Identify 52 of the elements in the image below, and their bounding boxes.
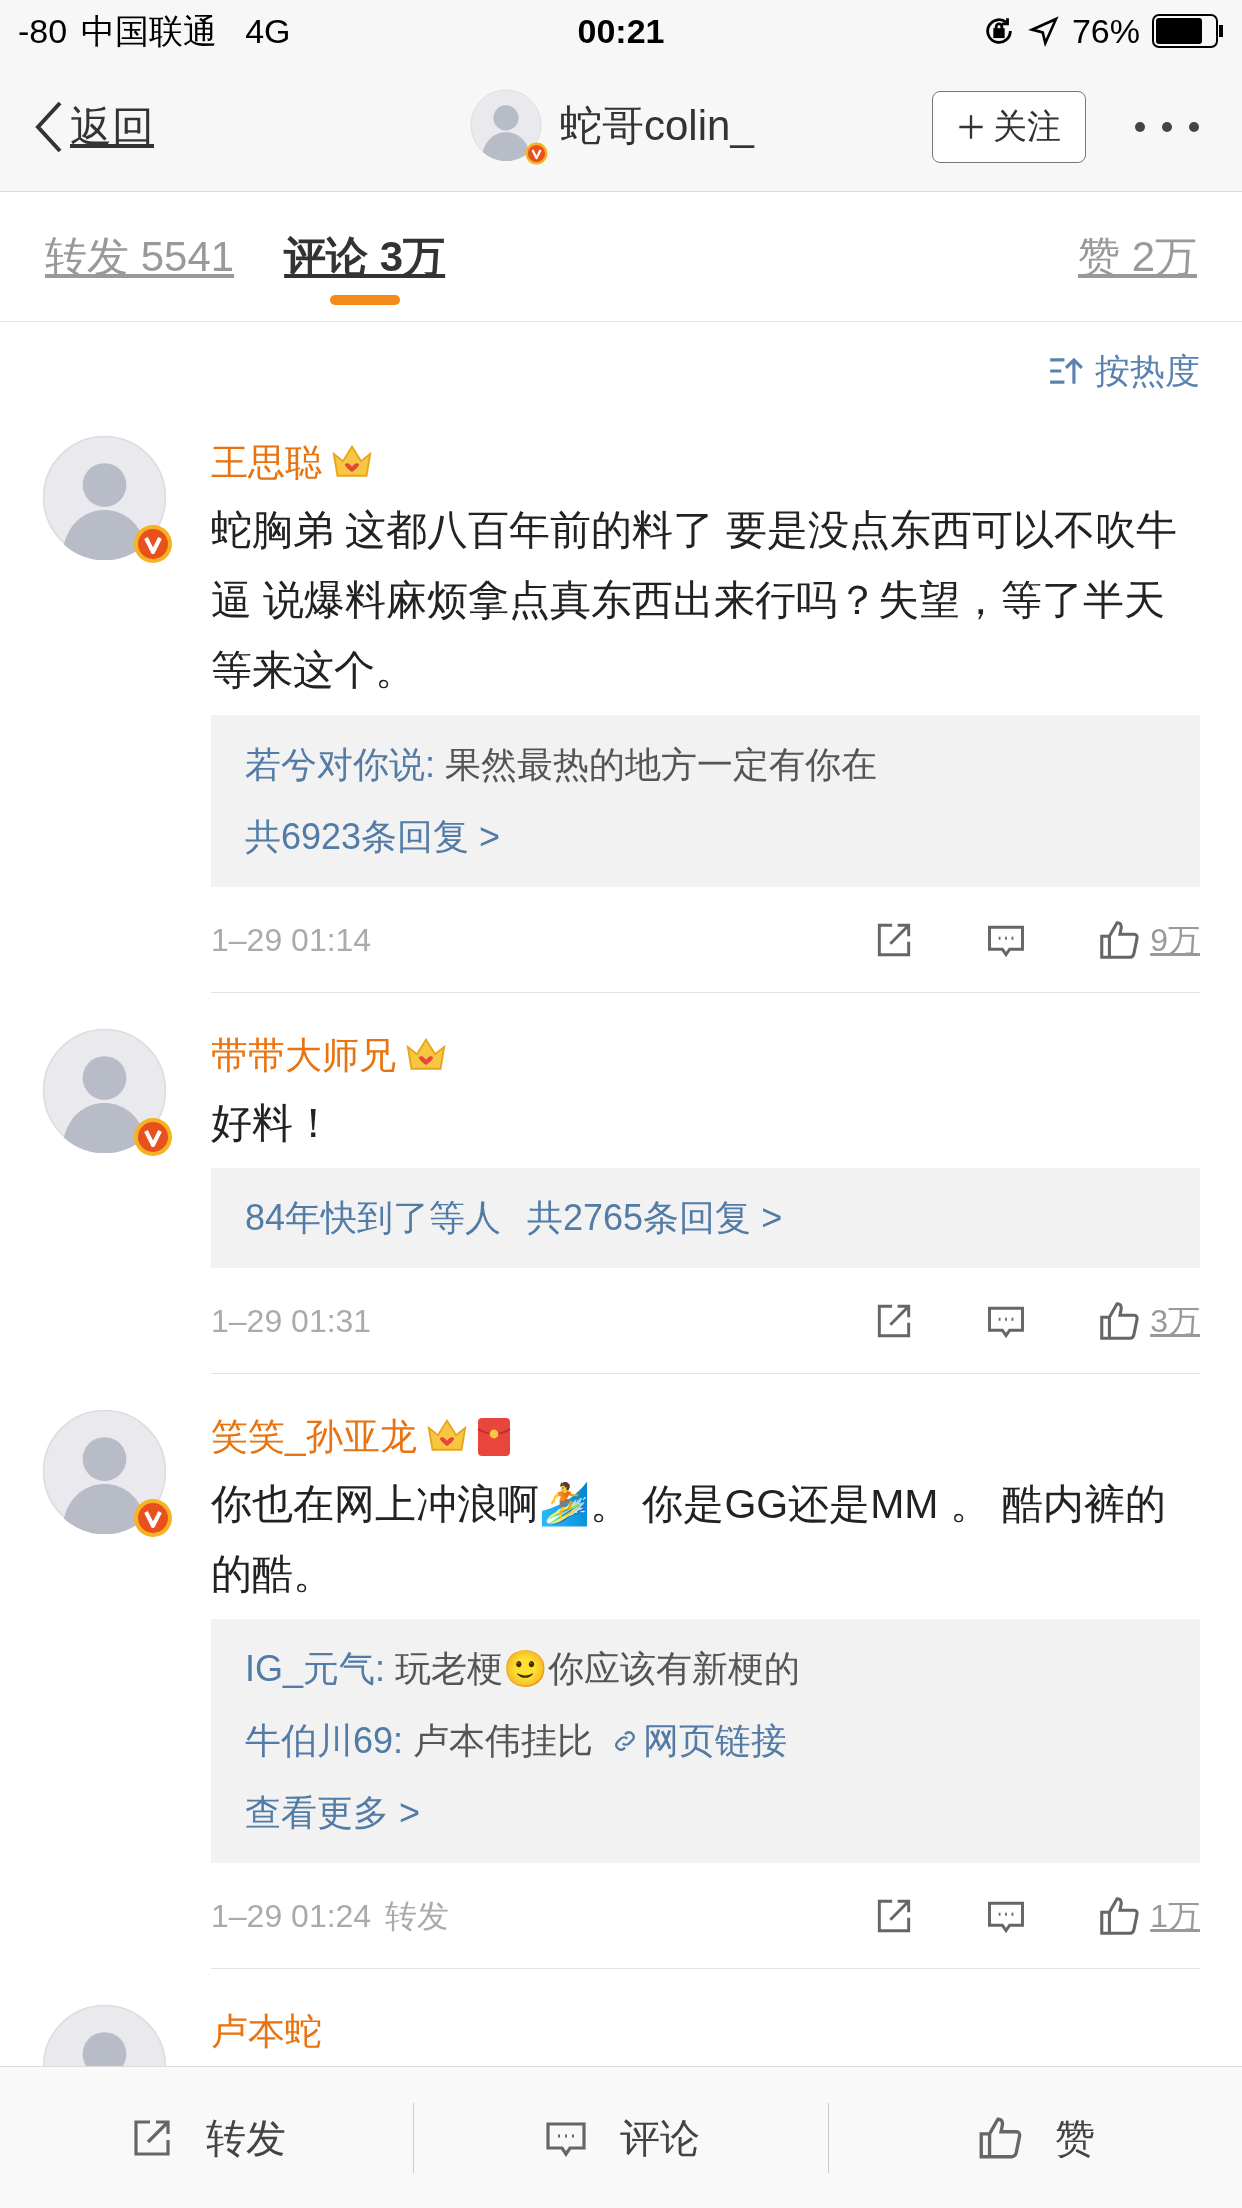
reply-user[interactable]: 若兮对你说: [245,738,435,792]
reply-text: 玩老梗🙂你应该有新梗的 [395,1647,801,1691]
sort-option[interactable]: 按热度 [1095,344,1200,398]
user-name[interactable]: 卢本蛇 [211,2003,322,2060]
battery-icon [1152,14,1224,48]
avatar[interactable] [42,1409,167,1534]
avatar[interactable] [42,1028,167,1153]
web-link[interactable]: 网页链接 [611,1714,788,1768]
avatar[interactable] [470,89,542,161]
action-button[interactable]: 评论 [542,2107,700,2168]
like-count[interactable]: 1万 [1150,1891,1200,1940]
carrier-name: 中国联通 [81,10,218,52]
reply-box[interactable]: IG_元气: 玩老梗🙂你应该有新梗的 牛伯川69: 卢本伟挂比 网页链接 查看更多 > [211,1619,1200,1863]
reply-user[interactable]: 牛伯川69: [245,1714,404,1768]
action-button[interactable]: 赞 [975,2107,1096,2168]
reply-box[interactable]: 若兮对你说: 果然最热的地方一定有你在 共6923条回复 > [211,715,1200,887]
back-link[interactable]: 返回 [70,95,154,158]
like-count[interactable]: 3万 [1150,1296,1200,1345]
comment-time: 1–29 01:24 [211,1896,372,1936]
user-name[interactable]: 笑笑_孙亚龙 [211,1408,417,1465]
tab[interactable]: 转发 5541 [45,225,235,288]
comment-source: 转发 [385,1896,450,1936]
user-name[interactable]: 带带大师兄 [211,1027,396,1084]
reply-text: 果然最热的地方一定有你在 [445,743,877,787]
comment-time: 1–29 01:14 [211,920,372,960]
comment-text: 你也在网上冲浪啊🏄。 你是GG还是MM 。 酷内裤的的酷。 [211,1480,1168,1599]
tab[interactable]: 赞 2万 [1077,225,1197,288]
reply-summary[interactable]: 84年快到了等人 [245,1191,502,1245]
action-button[interactable]: 转发 [127,2107,286,2168]
network-type: 4G [245,10,291,52]
reply-user[interactable]: IG_元气: [245,1642,386,1696]
reply-summary[interactable]: 查看更多 > [245,1786,421,1840]
avatar[interactable] [42,435,167,560]
follow-button[interactable]: 关注 [932,90,1086,163]
tab[interactable]: 评论 3万 [284,225,446,288]
like-count[interactable]: 9万 [1150,915,1200,964]
profile-name: 蛇哥colin_ [560,100,754,151]
clock-time: 00:21 [577,10,665,52]
plus-icon [957,112,985,141]
comment-text: 蛇胸弟 这都八百年前的料了 要是没点东西可以不吹牛逼 说爆料麻烦拿点真东西出来行吗？失望，等了半天等来这个。 [211,506,1178,695]
comment-time: 1–29 01:31 [211,1301,372,1341]
location-arrow-icon [1027,15,1060,47]
tab-indicator [329,295,400,305]
reply-text: 卢本伟挂比 [413,1719,594,1763]
signal-strength: -80 [18,10,68,52]
reply-box[interactable]: 84年快到了等人 共2765条回复 > [211,1168,1200,1268]
reply-summary[interactable]: 共2765条回复 > [527,1191,783,1245]
reply-summary[interactable]: 共6923条回复 > [245,810,501,864]
link-text[interactable]: 网页链接 [643,1714,788,1768]
comment-text: 好料！ [211,1099,335,1148]
battery-percent: 76% [1071,10,1140,52]
user-name[interactable]: 王思聪 [211,434,322,491]
